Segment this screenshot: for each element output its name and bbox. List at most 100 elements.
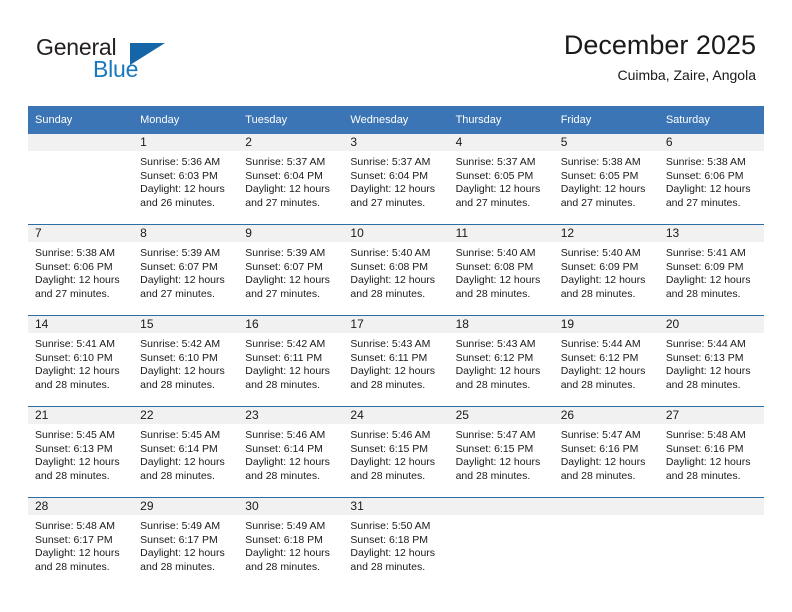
day-details: Sunrise: 5:40 AM Sunset: 6:08 PM Daylight:… — [343, 242, 448, 301]
calendar-day-cell[interactable]: 16 Sunrise: 5:42 AM Sunset: 6:11 PM Dayligh… — [238, 315, 344, 407]
daylight-text-line2: and 28 minutes. — [140, 560, 215, 573]
daylight-text-line1: Daylight: 12 hours — [140, 456, 225, 468]
day-number: 31 — [343, 498, 449, 515]
day-details: Sunrise: 5:47 AM Sunset: 6:15 PM Daylight:… — [449, 424, 554, 483]
page-subtitle: Cuimba, Zaire, Angola — [617, 67, 756, 83]
daylight-text-line2: and 27 minutes. — [35, 287, 110, 300]
day-number: 23 — [238, 407, 344, 424]
day-details: Sunrise: 5:44 AM Sunset: 6:13 PM Daylight:… — [659, 333, 764, 392]
calendar-day-cell[interactable]: 1 Sunrise: 5:36 AM Sunset: 6:03 PM Daylight… — [133, 134, 239, 225]
daylight-text-line2: and 28 minutes. — [350, 560, 426, 573]
calendar-day-cell[interactable]: 11 Sunrise: 5:40 AM Sunset: 6:08 PM Dayligh… — [448, 224, 554, 316]
calendar-day-cell[interactable]: 3 Sunrise: 5:37 AM Sunset: 6:04 PM Daylight… — [343, 134, 449, 225]
daylight-text-line2: and 28 minutes. — [245, 560, 320, 573]
sunrise-text: Sunrise: 5:37 AM — [350, 156, 431, 168]
day-number: 1 — [133, 134, 239, 151]
daylight-text-line1: Daylight: 12 hours — [35, 547, 120, 559]
calendar-day-cell[interactable]: 8 Sunrise: 5:39 AM Sunset: 6:07 PM Daylight… — [133, 224, 239, 316]
calendar-day-cell[interactable]: 9 Sunrise: 5:39 AM Sunset: 6:07 PM Daylight… — [238, 224, 344, 316]
daylight-text-line1: Daylight: 12 hours — [560, 365, 646, 377]
calendar-day-cell[interactable]: 26 Sunrise: 5:47 AM Sunset: 6:16 PM Dayligh… — [553, 406, 659, 498]
day-number: 3 — [343, 134, 449, 151]
calendar-day-cell[interactable]: 20 Sunrise: 5:44 AM Sunset: 6:13 PM Dayligh… — [658, 315, 764, 407]
day-details: Sunrise: 5:41 AM Sunset: 6:10 PM Daylight:… — [28, 333, 133, 392]
calendar-day-cell[interactable]: 28 Sunrise: 5:48 AM Sunset: 6:17 PM Dayligh… — [28, 497, 134, 588]
daylight-text-line2: and 28 minutes. — [140, 469, 215, 482]
sunrise-text: Sunrise: 5:39 AM — [140, 247, 221, 259]
calendar-day-cell[interactable]: 17 Sunrise: 5:43 AM Sunset: 6:11 PM Dayligh… — [343, 315, 449, 407]
day-number: 7 — [28, 225, 134, 242]
daylight-text-line1: Daylight: 12 hours — [350, 547, 436, 559]
page-header: General Blue December 2025 Cuimba, Zaire… — [0, 0, 792, 100]
daylight-text-line1: Daylight: 12 hours — [560, 274, 646, 286]
calendar-page: General Blue December 2025 Cuimba, Zaire… — [0, 0, 792, 612]
calendar-day-cell[interactable]: 24 Sunrise: 5:46 AM Sunset: 6:15 PM Dayligh… — [343, 406, 449, 498]
calendar-day-cell[interactable]: 14 Sunrise: 5:41 AM Sunset: 6:10 PM Dayligh… — [28, 315, 134, 407]
calendar-day-cell[interactable]: 25 Sunrise: 5:47 AM Sunset: 6:15 PM Dayligh… — [448, 406, 554, 498]
daylight-text-line1: Daylight: 12 hours — [35, 365, 120, 377]
calendar-day-cell[interactable]: 22 Sunrise: 5:45 AM Sunset: 6:14 PM Dayligh… — [133, 406, 239, 498]
calendar-day-cell[interactable]: 15 Sunrise: 5:42 AM Sunset: 6:10 PM Dayligh… — [133, 315, 239, 407]
daylight-text-line1: Daylight: 12 hours — [560, 183, 646, 195]
daylight-text-line1: Daylight: 12 hours — [560, 456, 646, 468]
calendar-day-cell[interactable]: 5 Sunrise: 5:38 AM Sunset: 6:05 PM Daylight… — [553, 134, 659, 225]
sunrise-text: Sunrise: 5:43 AM — [350, 338, 431, 350]
page-title: December 2025 — [563, 30, 756, 60]
calendar-day-cell[interactable]: 2 Sunrise: 5:37 AM Sunset: 6:04 PM Daylight… — [238, 134, 344, 225]
sunset-text: Sunset: 6:11 PM — [350, 351, 428, 364]
daylight-text-line2: and 26 minutes. — [140, 196, 215, 209]
sunrise-text: Sunrise: 5:47 AM — [560, 429, 641, 441]
sunset-text: Sunset: 6:18 PM — [245, 533, 323, 546]
calendar-day-cell[interactable]: 23 Sunrise: 5:46 AM Sunset: 6:14 PM Dayligh… — [238, 406, 344, 498]
calendar-week-row: 7 Sunrise: 5:38 AM Sunset: 6:06 PM Daylight… — [28, 224, 764, 316]
day-number: 20 — [658, 316, 764, 333]
daylight-text-line1: Daylight: 12 hours — [245, 365, 330, 377]
daylight-text-line1: Daylight: 12 hours — [35, 274, 120, 286]
sunset-text: Sunset: 6:17 PM — [140, 533, 218, 546]
day-number: 30 — [238, 498, 344, 515]
day-number — [448, 498, 554, 515]
calendar-day-cell[interactable]: 12 Sunrise: 5:40 AM Sunset: 6:09 PM Dayligh… — [553, 224, 659, 316]
sunset-text: Sunset: 6:17 PM — [35, 533, 113, 546]
calendar-day-cell[interactable]: 29 Sunrise: 5:49 AM Sunset: 6:17 PM Dayligh… — [133, 497, 239, 588]
general-blue-logo[interactable]: General Blue — [36, 34, 216, 90]
daylight-text-line2: and 27 minutes. — [665, 196, 741, 209]
day-number: 16 — [238, 316, 344, 333]
calendar-day-cell[interactable]: 4 Sunrise: 5:37 AM Sunset: 6:05 PM Daylight… — [448, 134, 554, 225]
sunset-text: Sunset: 6:13 PM — [665, 351, 744, 364]
weekday-header-wednesday: Wednesday — [343, 106, 449, 134]
daylight-text-line2: and 28 minutes. — [560, 469, 636, 482]
sunset-text: Sunset: 6:07 PM — [140, 260, 218, 273]
calendar-day-cell[interactable]: 6 Sunrise: 5:38 AM Sunset: 6:06 PM Daylight… — [658, 134, 764, 225]
calendar-week-row: 21 Sunrise: 5:45 AM Sunset: 6:13 PM Dayligh… — [28, 406, 764, 498]
calendar-day-cell[interactable]: 18 Sunrise: 5:43 AM Sunset: 6:12 PM Dayligh… — [448, 315, 554, 407]
day-details: Sunrise: 5:37 AM Sunset: 6:04 PM Daylight:… — [343, 151, 448, 210]
calendar-day-cell[interactable]: 31 Sunrise: 5:50 AM Sunset: 6:18 PM Dayligh… — [343, 497, 449, 588]
sunrise-text: Sunrise: 5:42 AM — [245, 338, 326, 350]
sunrise-text: Sunrise: 5:45 AM — [35, 429, 115, 441]
sunrise-text: Sunrise: 5:40 AM — [560, 247, 641, 259]
calendar-day-cell[interactable]: 7 Sunrise: 5:38 AM Sunset: 6:06 PM Daylight… — [28, 224, 134, 316]
calendar-day-cell[interactable]: 10 Sunrise: 5:40 AM Sunset: 6:08 PM Dayligh… — [343, 224, 449, 316]
calendar-body: 1 Sunrise: 5:36 AM Sunset: 6:03 PM Daylight… — [28, 134, 764, 588]
sunrise-text: Sunrise: 5:37 AM — [455, 156, 536, 168]
daylight-text-line1: Daylight: 12 hours — [245, 274, 330, 286]
calendar-day-cell[interactable]: 19 Sunrise: 5:44 AM Sunset: 6:12 PM Dayligh… — [553, 315, 659, 407]
calendar-day-cell[interactable]: 21 Sunrise: 5:45 AM Sunset: 6:13 PM Dayligh… — [28, 406, 134, 498]
day-number: 19 — [553, 316, 659, 333]
day-details: Sunrise: 5:39 AM Sunset: 6:07 PM Daylight:… — [238, 242, 343, 301]
sunset-text: Sunset: 6:18 PM — [350, 533, 429, 546]
day-number: 13 — [658, 225, 764, 242]
day-details: Sunrise: 5:36 AM Sunset: 6:03 PM Daylight:… — [133, 151, 238, 210]
daylight-text-line1: Daylight: 12 hours — [455, 183, 541, 195]
calendar-day-cell[interactable]: 27 Sunrise: 5:48 AM Sunset: 6:16 PM Dayligh… — [658, 406, 764, 498]
sunrise-text: Sunrise: 5:43 AM — [455, 338, 536, 350]
logo-text-blue: Blue — [93, 56, 139, 82]
calendar-day-cell[interactable]: 13 Sunrise: 5:41 AM Sunset: 6:09 PM Dayligh… — [658, 224, 764, 316]
daylight-text-line1: Daylight: 12 hours — [140, 365, 225, 377]
daylight-text-line1: Daylight: 12 hours — [455, 365, 541, 377]
daylight-text-line1: Daylight: 12 hours — [665, 183, 751, 195]
calendar-day-cell[interactable]: 30 Sunrise: 5:49 AM Sunset: 6:18 PM Dayligh… — [238, 497, 344, 588]
daylight-text-line1: Daylight: 12 hours — [140, 547, 225, 559]
day-number: 27 — [658, 407, 764, 424]
